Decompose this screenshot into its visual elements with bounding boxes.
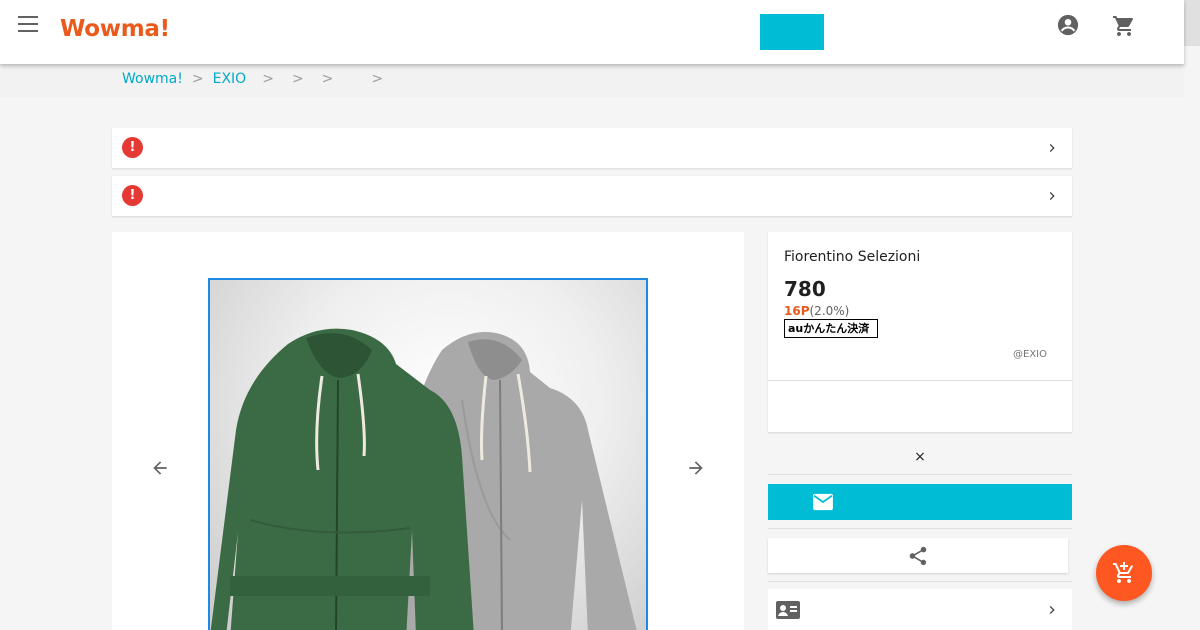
quantity-multiply-symbol[interactable]: ×: [914, 449, 926, 465]
chevron-right-icon: [1049, 606, 1055, 614]
breadcrumb-separator: >: [291, 71, 304, 87]
breadcrumb: Wowma! > EXIO > > > >: [122, 71, 392, 87]
add-to-cart-icon: [1113, 562, 1134, 583]
product-gallery: [112, 232, 744, 630]
contact-card-icon: [776, 601, 800, 619]
scrollbar[interactable]: [1184, 0, 1200, 46]
shop-tag: @EXIO: [1013, 349, 1047, 360]
product-info-card: Fiorentino Selezioni 780 16P(2.0%) auかんた…: [768, 232, 1072, 432]
notice-row[interactable]: !: [112, 128, 1072, 168]
share-button[interactable]: [768, 538, 1068, 573]
divider: [768, 581, 1072, 582]
quantity-row: ×: [768, 441, 1072, 475]
breadcrumb-separator: >: [262, 71, 274, 87]
product-price: 780: [784, 277, 826, 301]
search-button[interactable]: [760, 14, 824, 50]
arrow-right-icon[interactable]: [686, 458, 706, 478]
points-value: 16P: [784, 304, 810, 318]
add-to-cart-fab[interactable]: [1096, 545, 1152, 601]
breadcrumb-home-link[interactable]: Wowma!: [122, 71, 183, 87]
mail-icon: [813, 493, 833, 511]
arrow-left-icon[interactable]: [150, 458, 170, 478]
product-image[interactable]: [208, 278, 648, 630]
hoodies-photo: [210, 328, 637, 630]
alert-icon: !: [122, 185, 143, 206]
divider: [768, 380, 1072, 381]
breadcrumb-separator: >: [191, 71, 204, 87]
breadcrumb-shop-link[interactable]: EXIO: [213, 71, 247, 87]
shop-info-row[interactable]: [768, 589, 1072, 630]
app-header: Wowma!: [0, 0, 1184, 64]
alert-icon: !: [122, 137, 143, 158]
site-logo[interactable]: Wowma!: [60, 16, 170, 42]
chevron-right-icon: [1049, 192, 1055, 200]
menu-icon[interactable]: [18, 16, 38, 32]
share-icon: [909, 546, 927, 566]
points-rate: (2.0%): [809, 304, 850, 318]
contact-mail-button[interactable]: [768, 484, 1072, 520]
breadcrumb-separator: >: [321, 71, 334, 87]
notice-row[interactable]: !: [112, 176, 1072, 216]
points-info: 16P(2.0%): [784, 304, 849, 318]
divider: [768, 528, 1072, 529]
shop-name[interactable]: Fiorentino Selezioni: [784, 249, 920, 265]
shopping-cart-icon[interactable]: [1112, 14, 1136, 38]
breadcrumb-bar: Wowma! > EXIO > > > >: [0, 64, 1184, 97]
chevron-right-icon: [1049, 144, 1055, 152]
account-circle-icon[interactable]: [1057, 14, 1079, 36]
breadcrumb-separator: >: [371, 71, 384, 87]
breadcrumb-empty-item[interactable]: [342, 71, 362, 87]
au-payment-badge: auかんたん決済: [784, 319, 878, 338]
